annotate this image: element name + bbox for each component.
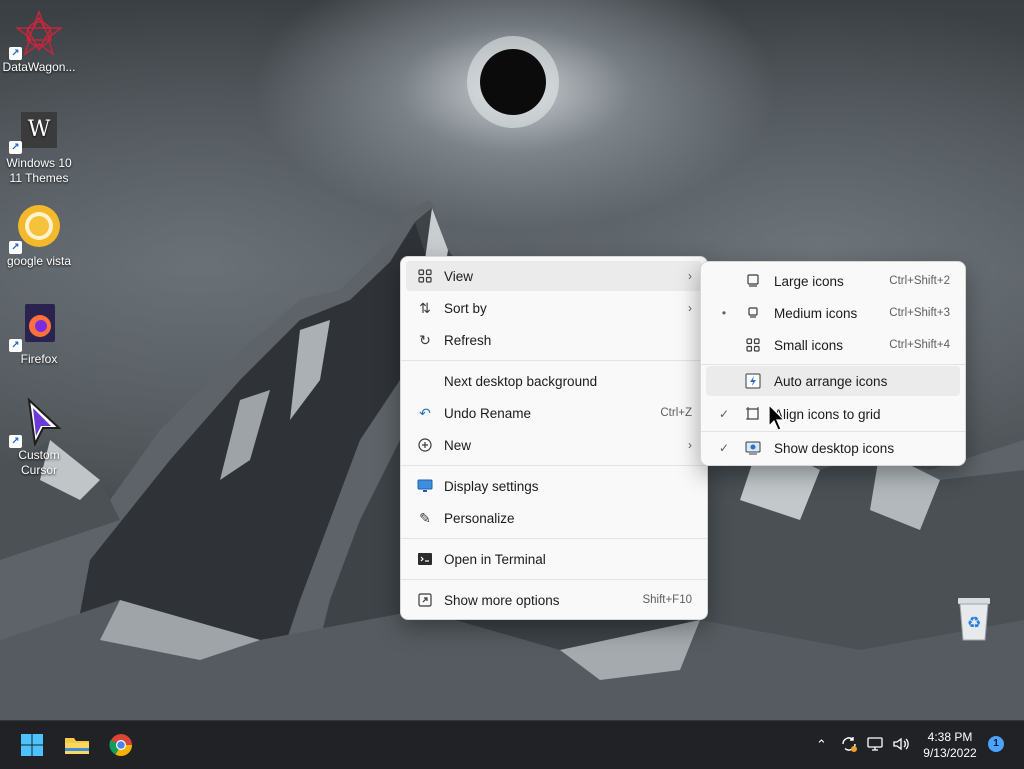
display-icon [416,477,434,495]
menu-item-refresh[interactable]: ↻ Refresh [406,325,702,355]
recycle-bin-icon: ♻ [958,598,990,641]
taskbar: ⌃ 4:38 PM 9/13/2022 [0,720,1024,769]
menu-separator [401,360,707,361]
submenu-item-medium-icons[interactable]: • Medium icons Ctrl+Shift+3 [706,298,960,328]
chevron-right-icon: › [688,301,692,315]
small-icons-icon [744,336,762,354]
menu-item-new[interactable]: New › [406,430,702,460]
custom-cursor-icon: ↗ [9,397,63,448]
menu-item-display-settings[interactable]: Display settings [406,471,702,501]
svg-text:♻: ♻ [967,613,981,632]
menu-separator [701,364,965,365]
terminal-icon [416,550,434,568]
network-icon[interactable] [866,735,884,756]
sort-icon: ⇅ [419,299,431,316]
chrome-vista-icon: ↗ [9,204,63,254]
desktop-icon-firefox[interactable]: ↗ Firefox [2,302,76,367]
menu-item-undo-rename[interactable]: ↶ Undo Rename Ctrl+Z [406,398,702,428]
shortcut-arrow-icon: ↗ [9,241,22,254]
mouse-cursor-icon [768,403,786,435]
taskbar-file-explorer[interactable] [61,729,93,761]
menu-separator [401,465,707,466]
menu-separator [401,538,707,539]
shortcut-text: Ctrl+Z [660,407,692,419]
datawagon-icon: ↗ [9,9,64,60]
shortcut-text: Ctrl+Shift+2 [889,275,950,287]
desktop-icon-label: Custom Cursor [18,448,60,477]
grid-icon [416,267,434,285]
large-icons-icon [744,272,762,290]
menu-separator [701,431,965,432]
refresh-icon: ↻ [419,331,431,348]
sync-icon[interactable] [840,735,858,756]
desktop-icon-windows-themes[interactable]: W ↗ Windows 10 11 Themes [2,110,76,186]
windows-themes-icon: W ↗ [9,110,63,158]
menu-item-sort-by[interactable]: ⇅ Sort by › [406,293,702,323]
recycle-bin[interactable]: ♻ [952,594,996,654]
system-tray: ⌃ [816,721,910,769]
desktop-icon-label: Windows 10 11 Themes [6,156,72,185]
shortcut-arrow-icon: ↗ [9,47,22,60]
shortcut-arrow-icon: ↗ [9,435,22,448]
shortcut-text: Ctrl+Shift+3 [889,307,950,319]
undo-icon: ↶ [419,404,431,421]
submenu-item-auto-arrange[interactable]: Auto arrange icons [706,366,960,396]
menu-item-view[interactable]: View › [406,261,702,291]
brush-icon: ✎ [419,509,431,526]
desktop-icon-custom-cursor[interactable]: ↗ Custom Cursor [2,397,76,478]
notification-badge[interactable]: 1 [988,736,1004,752]
show-desktop-icon [744,439,762,457]
selected-bullet-icon: • [721,306,727,320]
volume-icon[interactable] [892,735,910,756]
chrome-icon [109,734,132,756]
menu-item-next-background[interactable]: Next desktop background [406,366,702,396]
desktop-icon-datawagon[interactable]: ↗ DataWagon... [2,9,76,75]
chevron-right-icon: › [688,269,692,283]
desktop-context-menu: View › ⇅ Sort by › ↻ Refresh Next deskto… [400,256,708,620]
submenu-item-show-desktop-icons[interactable]: ✓ Show desktop icons [706,433,960,463]
menu-item-personalize[interactable]: ✎ Personalize [406,503,702,533]
desktop-icon-label: google vista [6,254,72,268]
checkmark-icon: ✓ [718,407,730,421]
align-grid-icon [744,405,762,423]
file-explorer-icon [65,738,89,754]
submenu-item-large-icons[interactable]: Large icons Ctrl+Shift+2 [706,266,960,296]
chevron-right-icon: › [688,438,692,452]
clock-time: 4:38 PM [927,730,973,744]
menu-separator [401,579,707,580]
menu-item-show-more-options[interactable]: Show more options Shift+F10 [406,585,702,615]
expand-icon [416,591,434,609]
desktop-icon-label: DataWagon... [2,60,76,74]
submenu-item-align-to-grid[interactable]: ✓ Align icons to grid [706,399,960,429]
shortcut-text: Ctrl+Shift+4 [889,339,950,351]
shortcut-text: Shift+F10 [642,594,692,606]
shortcut-arrow-icon: ↗ [9,339,22,352]
chevron-up-icon[interactable]: ⌃ [816,737,832,753]
submenu-item-small-icons[interactable]: Small icons Ctrl+Shift+4 [706,330,960,360]
start-button[interactable] [16,729,48,761]
clock-date: 9/13/2022 [923,746,977,760]
medium-icons-icon [744,304,762,322]
windows-start-icon [21,734,43,756]
taskbar-clock[interactable]: 4:38 PM 9/13/2022 [914,729,986,761]
view-submenu: Large icons Ctrl+Shift+2 • Medium icons … [700,261,966,466]
desktop-icon-google-vista[interactable]: ↗ google vista [2,204,76,269]
menu-item-open-terminal[interactable]: Open in Terminal [406,544,702,574]
plus-circle-icon [416,436,434,454]
desktop-icon-label: Firefox [20,352,58,366]
shortcut-arrow-icon: ↗ [9,141,22,154]
auto-arrange-icon [744,372,762,390]
taskbar-chrome[interactable] [105,729,137,761]
checkmark-icon: ✓ [718,441,730,455]
firefox-icon: ↗ [9,302,63,352]
